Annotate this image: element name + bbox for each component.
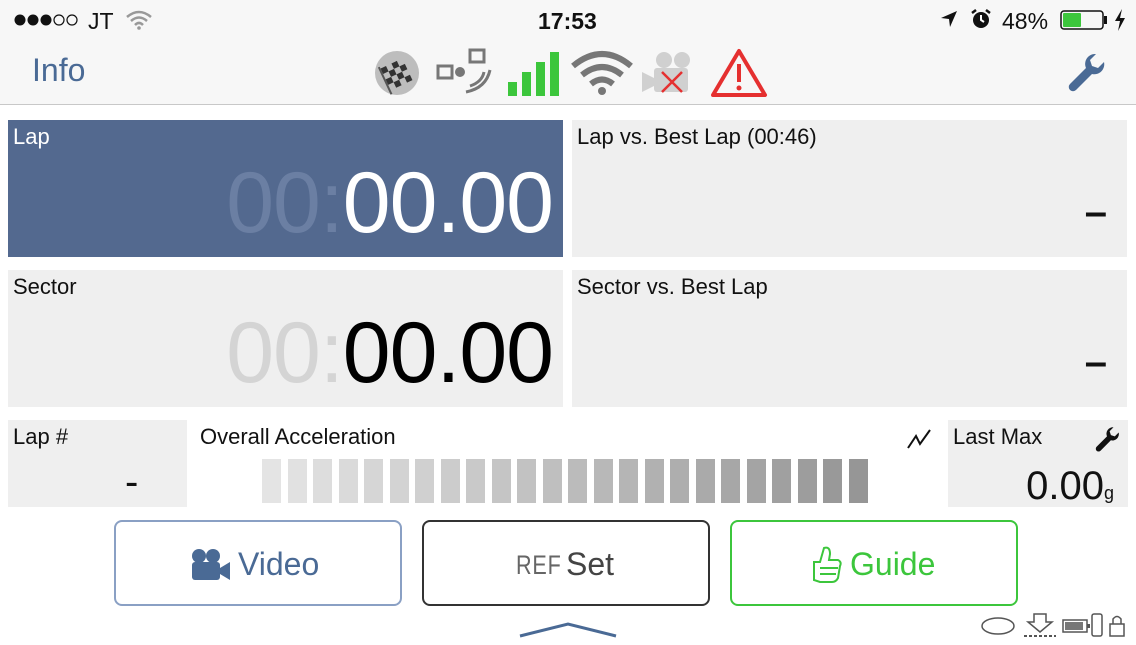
checkered-flag-icon (374, 50, 420, 101)
toolbar: Info (0, 40, 1136, 105)
lap-label: Lap (13, 124, 50, 149)
location-arrow-icon (940, 10, 958, 33)
lap-vs-best-value: – (1084, 190, 1107, 234)
gauge-segment (288, 459, 307, 503)
gauge-segment (543, 459, 562, 503)
cell-signal-dots (14, 13, 84, 32)
sector-label: Sector (13, 274, 77, 299)
graph-toggle-icon[interactable] (906, 428, 934, 455)
last-max-unit: g (1103, 483, 1114, 503)
gauge-segment (262, 459, 281, 503)
battery-percent: 48% (1002, 8, 1049, 34)
sector-vs-best-label: Sector vs. Best Lap (577, 274, 768, 299)
lap-number-label: Lap # (13, 424, 69, 449)
charging-bolt-icon (1114, 9, 1126, 36)
device-battery-icon (1062, 616, 1092, 641)
last-max-number: 0.00 (1026, 464, 1104, 508)
satellite-icon (434, 48, 496, 101)
gauge-segment (645, 459, 664, 503)
status-time: 17:53 (538, 8, 597, 34)
sector-time-value: 00.00 (342, 305, 554, 401)
wifi-status-icon (126, 10, 152, 35)
lap-time-value: 00.00 (342, 155, 554, 251)
guide-button-label: Guide (850, 546, 936, 582)
sector-time-panel: Sector 00:00.00 (8, 270, 563, 407)
gauge-segment (849, 459, 868, 503)
wrench-icon[interactable] (1066, 52, 1106, 97)
gauge-segment (619, 459, 638, 503)
status-bar: JT 17:53 48% (0, 0, 1136, 40)
last-max-panel: Last Max 0.00g (948, 420, 1128, 509)
ref-set-button[interactable]: REF Set (422, 520, 710, 606)
gauge-segment (594, 459, 613, 503)
lap-vs-best-label: Lap vs. Best Lap (00:46) (577, 124, 817, 149)
ref-set-label: Set (566, 546, 615, 582)
gauge-segment (517, 459, 536, 503)
wifi-icon (570, 50, 634, 101)
gauge-segment (696, 459, 715, 503)
gauge-segment (823, 459, 842, 503)
gauge-segment (721, 459, 740, 503)
alarm-icon (970, 8, 992, 35)
lap-time-panel: Lap 00:00.00 (8, 120, 563, 257)
camera-disconnected-icon (640, 50, 700, 101)
gauge-segment (313, 459, 332, 503)
lap-vs-best-panel: Lap vs. Best Lap (00:46) – (572, 120, 1127, 257)
carrier-name: JT (88, 8, 114, 34)
video-button[interactable]: Video (114, 520, 402, 606)
sector-time: 00:00.00 (226, 310, 554, 396)
gauge-segment (364, 459, 383, 503)
acceleration-label: Overall Acceleration (200, 424, 396, 449)
warning-icon[interactable] (710, 48, 768, 103)
info-button[interactable]: Info (32, 52, 85, 89)
thumbs-up-icon (808, 544, 842, 589)
gauge-segment (492, 459, 511, 503)
gauge-segment (390, 459, 409, 503)
gauge-segment (466, 459, 485, 503)
gauge-segment (747, 459, 766, 503)
video-camera-icon (190, 548, 232, 587)
sector-vs-best-panel: Sector vs. Best Lap – (572, 270, 1127, 407)
lap-time: 00:00.00 (226, 160, 554, 246)
gauge-segment (798, 459, 817, 503)
video-button-label: Video (238, 546, 320, 582)
last-max-label: Last Max (953, 424, 1043, 449)
ref-prefix: REF (516, 550, 562, 580)
download-icon (1022, 612, 1058, 643)
sector-time-prefix: 00: (226, 305, 344, 401)
gauge-segment (568, 459, 587, 503)
battery-icon (1060, 10, 1110, 35)
lap-number-panel: Lap # - (8, 420, 187, 507)
gauge-segment (670, 459, 689, 503)
gauge-segment (441, 459, 460, 503)
phone-lock-icon (1090, 612, 1130, 643)
gauge-segment (415, 459, 434, 503)
gauge-segment (772, 459, 791, 503)
gauge-segment (339, 459, 358, 503)
chevron-up-icon[interactable] (518, 620, 618, 645)
sector-vs-best-value: – (1084, 340, 1107, 384)
lens-icon (980, 616, 1016, 641)
lap-time-prefix: 00: (226, 155, 344, 251)
lap-number-value: - (125, 460, 139, 504)
last-max-settings-icon[interactable] (1094, 426, 1120, 457)
last-max-value: 0.00g (1026, 464, 1114, 509)
cell-signal-icon (508, 52, 562, 101)
guide-button[interactable]: Guide (730, 520, 1018, 606)
